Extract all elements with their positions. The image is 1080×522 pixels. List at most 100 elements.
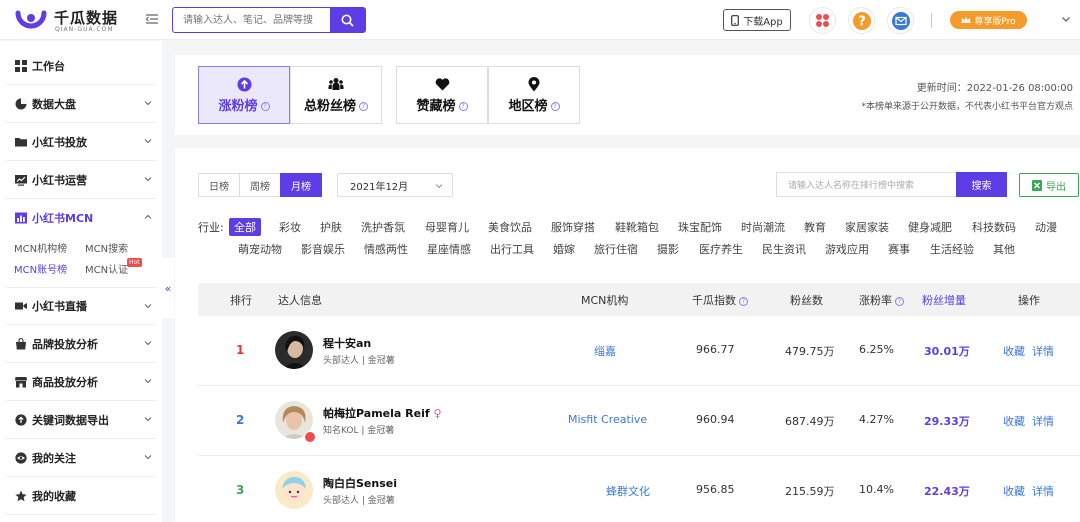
chevron-down-icon: [144, 417, 152, 422]
kol-name[interactable]: 帕梅拉Pamela Reif ♀: [323, 405, 442, 421]
export-button[interactable]: 导出: [1019, 173, 1079, 197]
industry-option[interactable]: 情感两性: [364, 241, 408, 257]
sidebar-item-brand-analysis[interactable]: 品牌投放分析: [6, 325, 156, 363]
industry-option[interactable]: 赛事: [888, 241, 910, 257]
tab-total-fans[interactable]: 总粉丝榜?: [290, 66, 382, 124]
industry-option[interactable]: 珠宝配饰: [678, 219, 722, 235]
sidebar-sub-mcn-account-rank[interactable]: MCN账号榜: [14, 261, 67, 276]
apps-button[interactable]: [809, 7, 836, 34]
favorite-link[interactable]: 收藏: [1003, 413, 1025, 429]
arrow-up-circle-icon: [236, 76, 252, 92]
tab-likes-favorites[interactable]: 赞藏榜?: [396, 66, 488, 124]
industry-option[interactable]: 动漫: [1035, 219, 1057, 235]
column-header: 操作: [1018, 294, 1040, 307]
industry-option[interactable]: 服饰穿搭: [551, 219, 595, 235]
avatar[interactable]: [275, 331, 313, 369]
rank-number: 3: [236, 483, 245, 497]
help-button[interactable]: ?: [848, 7, 875, 34]
tab-fans-growth[interactable]: 涨粉榜?: [198, 66, 290, 124]
industry-option[interactable]: 星座情感: [427, 241, 471, 257]
month-select[interactable]: 2021年12月: [337, 173, 453, 197]
industry-option[interactable]: 游戏应用: [825, 241, 869, 257]
sidebar-item-label: 小红书投放: [32, 135, 87, 149]
kol-name[interactable]: 陶白白Sensei: [323, 475, 397, 491]
sidebar-item-my-favorites[interactable]: 我的收藏: [6, 477, 156, 515]
industry-option[interactable]: 洗护香氛: [361, 219, 405, 235]
detail-link[interactable]: 详情: [1032, 343, 1054, 359]
industry-option[interactable]: 鞋靴箱包: [615, 219, 659, 235]
help-icon[interactable]: ?: [739, 297, 748, 306]
sidebar-item-xhs-operation[interactable]: 小红书运营: [6, 161, 156, 199]
sidebar-item-xhs-live[interactable]: 小红书直播: [6, 287, 156, 325]
period-week-button[interactable]: 周榜: [239, 173, 281, 197]
kol-name[interactable]: 程十安an: [323, 335, 371, 351]
menu-collapse-icon[interactable]: [145, 12, 159, 26]
message-button[interactable]: [887, 7, 914, 34]
industry-option[interactable]: 家居家装: [845, 219, 889, 235]
sidebar-item-product-analysis[interactable]: 商品投放分析: [6, 363, 156, 401]
data-disclaimer: *本榜单来源于公开数据，不代表小红书平台官方观点: [861, 102, 1073, 112]
sidebar-item-xhs-ads[interactable]: 小红书投放: [6, 123, 156, 161]
rank-search-input[interactable]: 请输入达人名称在排行榜中搜索: [776, 172, 956, 197]
tab-region[interactable]: 地区榜?: [488, 66, 580, 124]
pro-plan-button[interactable]: 尊享版Pro: [950, 11, 1027, 29]
industry-option[interactable]: 民生资讯: [762, 241, 806, 257]
help-icon[interactable]: ?: [359, 102, 368, 111]
industry-option[interactable]: 护肤: [320, 219, 342, 235]
help-icon[interactable]: ?: [260, 102, 270, 111]
rank-search-button[interactable]: 搜索: [956, 172, 1007, 197]
industry-option[interactable]: 教育: [804, 219, 826, 235]
download-app-button[interactable]: 下载App: [723, 9, 791, 31]
industry-option[interactable]: 彩妆: [279, 219, 301, 235]
period-day-button[interactable]: 日榜: [198, 173, 240, 197]
help-icon[interactable]: ?: [458, 102, 468, 111]
favorite-link[interactable]: 收藏: [1003, 343, 1025, 359]
chevron-down-icon: [144, 139, 152, 144]
industry-all[interactable]: 全部: [229, 218, 261, 236]
sidebar-sub-mcn-verify[interactable]: MCN认证: [85, 261, 128, 276]
industry-option[interactable]: 健身减肥: [908, 219, 952, 235]
industry-option[interactable]: 影音娱乐: [301, 241, 345, 257]
user-menu-chevron-icon[interactable]: [1060, 13, 1072, 25]
sidebar-item-data-dashboard[interactable]: 数据大盘: [6, 85, 156, 123]
column-header-sorted[interactable]: 粉丝增量: [922, 292, 966, 308]
industry-option[interactable]: 其他: [993, 241, 1015, 257]
sidebar-item-my-follows[interactable]: 我的关注: [6, 439, 156, 477]
mcn-org-link[interactable]: Misfit Creative: [568, 413, 647, 426]
industry-option[interactable]: 出行工具: [490, 241, 534, 257]
column-header: 涨粉率?: [859, 292, 904, 308]
global-search-input[interactable]: [173, 8, 331, 32]
crown-icon: [961, 16, 971, 23]
column-header: 排行: [230, 294, 252, 307]
industry-option[interactable]: 生活经验: [930, 241, 974, 257]
industry-option[interactable]: 婚嫁: [553, 241, 575, 257]
mcn-org-link[interactable]: 缁嘉: [594, 343, 616, 359]
industry-option[interactable]: 萌宠动物: [238, 241, 282, 257]
industry-option[interactable]: 医疗养生: [699, 241, 743, 257]
detail-link[interactable]: 详情: [1032, 413, 1054, 429]
mcn-org-link[interactable]: 蜂群文化: [606, 483, 650, 499]
detail-link[interactable]: 详情: [1032, 483, 1054, 499]
industry-option[interactable]: 科技数码: [972, 219, 1016, 235]
fans-growth-rate: 6.25%: [859, 343, 894, 356]
logo[interactable]: 千瓜数据 QIAN-GUA.COM: [14, 6, 154, 34]
sidebar-sub-mcn-org-rank[interactable]: MCN机构榜: [14, 240, 67, 255]
sidebar-item-label: 关键词数据导出: [32, 413, 109, 427]
industry-option[interactable]: 母婴育儿: [425, 219, 469, 235]
favorite-link[interactable]: 收藏: [1003, 483, 1025, 499]
help-icon[interactable]: ?: [895, 297, 904, 306]
avatar[interactable]: [275, 471, 313, 509]
help-icon[interactable]: ?: [550, 102, 560, 111]
qiangua-index: 956.85: [696, 483, 735, 496]
sidebar-collapse-toggle[interactable]: «: [162, 258, 174, 318]
sidebar-item-keyword-export[interactable]: 关键词数据导出: [6, 401, 156, 439]
industry-option[interactable]: 时尚潮流: [741, 219, 785, 235]
industry-option[interactable]: 摄影: [657, 241, 679, 257]
sidebar-item-workbench[interactable]: 工作台: [6, 47, 156, 85]
sidebar-sub-mcn-search[interactable]: MCN搜索: [85, 240, 128, 255]
period-month-button[interactable]: 月榜: [280, 173, 322, 197]
industry-option[interactable]: 美食饮品: [488, 219, 532, 235]
industry-option[interactable]: 旅行住宿: [594, 241, 638, 257]
sidebar-item-xhs-mcn[interactable]: 小红书MCN: [6, 199, 156, 237]
global-search-button[interactable]: [330, 8, 365, 32]
